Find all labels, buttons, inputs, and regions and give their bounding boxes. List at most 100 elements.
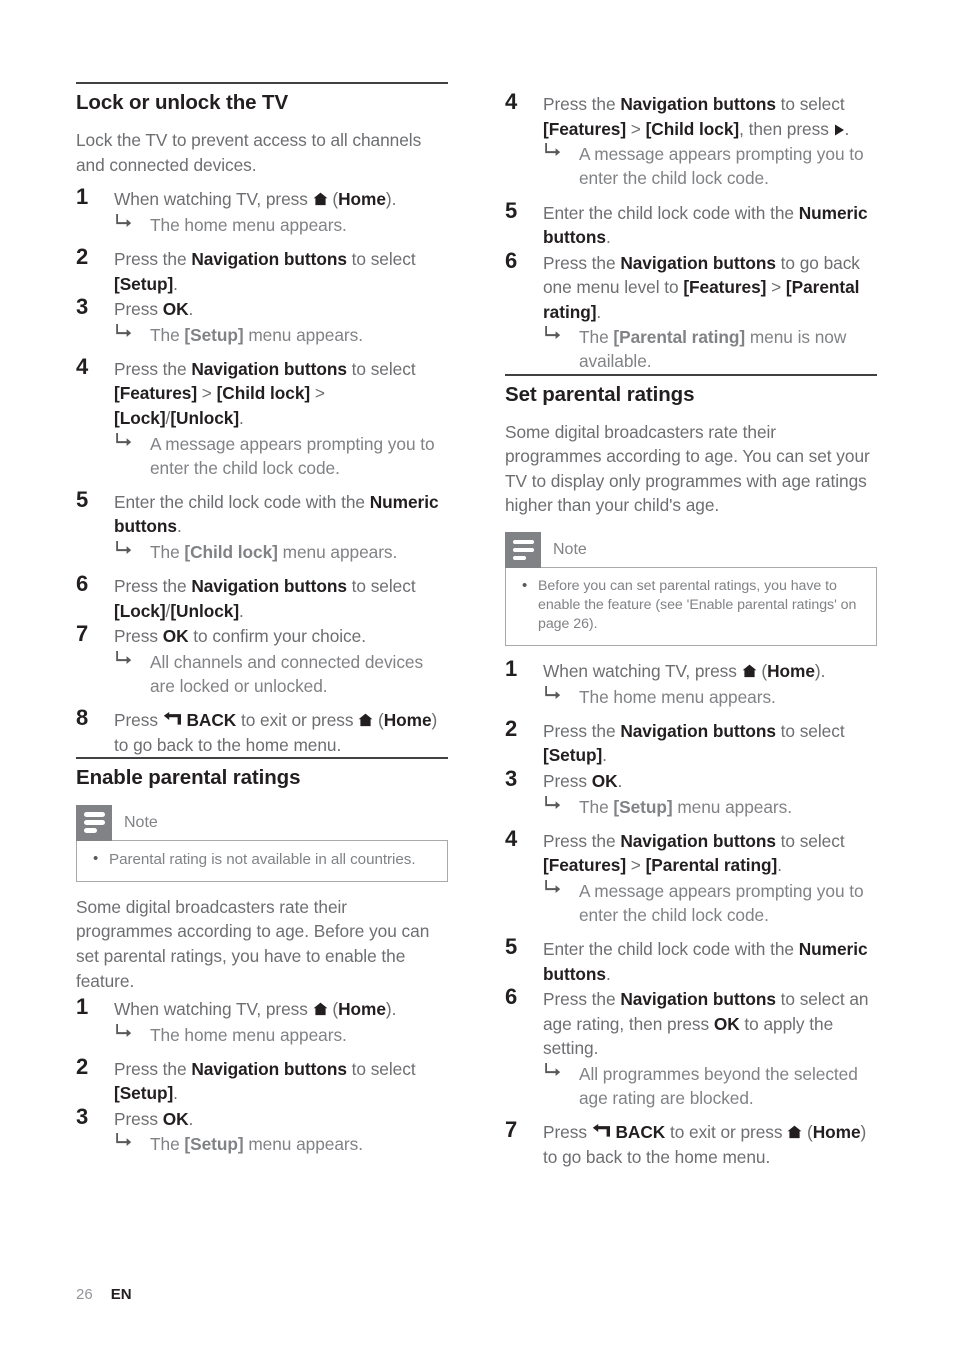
note-item-text: Before you can set parental ratings, you… <box>538 578 857 633</box>
step-item: 2 Press the Navigation buttons to select … <box>76 244 448 296</box>
body-text: Press <box>114 626 163 647</box>
substep-arrow-icon <box>544 879 561 901</box>
step-item: 7 Press OK to confirm your choice. All cha… <box>76 621 448 698</box>
emphasis-text: Navigation buttons <box>191 576 347 597</box>
emphasis-text: [Parental rating] <box>613 327 746 348</box>
step-number: 5 <box>76 486 89 512</box>
body-text: . <box>173 1083 178 1104</box>
section-heading: Lock or unlock the TV <box>76 91 289 114</box>
body-text: ). <box>814 661 826 682</box>
substep-arrow-icon <box>115 1023 132 1045</box>
substep-arrow-icon <box>115 432 132 454</box>
note-item-text: Parental rating is not available in all … <box>109 850 416 868</box>
note-label: Note <box>553 541 587 559</box>
step-number: 5 <box>505 934 518 960</box>
step-result-text: The home menu appears. <box>579 686 776 707</box>
section-divider <box>76 757 448 760</box>
body-text: Press <box>543 770 592 791</box>
emphasis-text: BACK <box>186 710 237 731</box>
body-text: The <box>150 324 185 345</box>
body-text: ). <box>385 999 397 1020</box>
body-text: Press the <box>114 1058 192 1079</box>
note-lines-icon <box>505 532 541 569</box>
body-text: to select <box>346 249 416 270</box>
body-text: to exit or press <box>236 710 359 731</box>
body-text: . <box>188 1108 194 1129</box>
step-result: The [Setup] menu appears. <box>114 323 448 347</box>
step-number: 6 <box>505 247 518 273</box>
home-icon <box>742 664 757 678</box>
body-text: menu appears. <box>672 796 792 817</box>
emphasis-text: Navigation buttons <box>620 720 776 741</box>
note-body: • Before you can set parental ratings, yo… <box>505 567 877 647</box>
step-item: 4 Press the Navigation buttons to select … <box>505 826 877 928</box>
emphasis-text: [Setup] <box>184 1134 244 1155</box>
section-intro: Some digital broadcasters rate their pro… <box>76 896 430 991</box>
section-divider <box>505 373 877 376</box>
step-text: Press OK to confirm your choice. <box>114 624 448 649</box>
emphasis-text: Home <box>383 710 432 731</box>
step-item: 6 Press the Navigation buttons to select … <box>76 571 448 623</box>
body-text: When watching TV, press <box>114 999 313 1020</box>
body-text: to select <box>346 1058 416 1079</box>
body-text: . <box>602 745 607 766</box>
step-list: 1 When watching TV, press (Home). The home… <box>76 184 448 757</box>
body-text: Enter the child lock code with the <box>543 939 799 960</box>
note-item: • Parental rating is not available in all… <box>91 850 433 870</box>
body-text: Press <box>543 1122 592 1143</box>
step-list: 4 Press the Navigation buttons to select … <box>505 89 877 374</box>
step-result-text: The [Setup] menu appears. <box>150 1134 363 1154</box>
step-number: 6 <box>505 984 518 1010</box>
emphasis-text: BACK <box>615 1122 666 1143</box>
step-item: 8 Press BACK to exit or press (Home) to g… <box>76 705 448 757</box>
substep-arrow-icon <box>544 325 561 347</box>
emphasis-text: OK <box>162 626 189 647</box>
step-text: Press the Navigation buttons to go back … <box>543 251 877 325</box>
emphasis-text: [Setup] <box>114 1083 174 1104</box>
emphasis-text: Navigation buttons <box>191 358 347 379</box>
step-item: 1 When watching TV, press (Home). The home… <box>505 656 877 709</box>
step-result-text: The [Setup] menu appears. <box>150 325 363 345</box>
emphasis-text: [Lock] <box>114 407 166 428</box>
step-result: The home menu appears. <box>543 685 877 709</box>
emphasis-text: Navigation buttons <box>191 1058 347 1079</box>
step-text: When watching TV, press (Home). <box>114 997 448 1022</box>
step-result: A message appears prompting you to enter… <box>543 879 877 927</box>
emphasis-text: [Features] <box>683 277 767 298</box>
step-result-text: The home menu appears. <box>150 214 347 235</box>
body-text: Press the <box>114 358 192 379</box>
step-result: The [Child lock] menu appears. <box>114 540 448 564</box>
body-text: . <box>606 963 611 984</box>
step-result-text: A message appears prompting you to enter… <box>150 433 435 478</box>
emphasis-text: Navigation buttons <box>620 94 776 114</box>
step-text: Enter the child lock code with the Numer… <box>114 490 448 539</box>
step-number: 5 <box>505 197 518 223</box>
body-text: menu appears. <box>243 324 363 345</box>
emphasis-text: Home <box>338 999 386 1020</box>
body-text: Press the <box>543 720 621 741</box>
body-text: . <box>596 301 602 322</box>
step-text: Press BACK to exit or press (Home) to go… <box>114 708 448 757</box>
step-text: Press the Navigation buttons to select [… <box>114 574 448 623</box>
body-text: Press the <box>543 252 621 273</box>
emphasis-text: OK <box>713 1013 740 1034</box>
body-text: The <box>579 327 614 348</box>
step-text: Press BACK to exit or press (Home) to go… <box>543 1120 877 1169</box>
step-number: 6 <box>76 571 89 597</box>
step-text: Press the Navigation buttons to select [… <box>114 247 448 296</box>
home-icon <box>313 192 328 206</box>
emphasis-text: [Parental rating] <box>645 855 778 876</box>
step-result: All channels and connected devices are l… <box>114 650 448 698</box>
step-item: 6 Press the Navigation buttons to select … <box>505 984 877 1110</box>
bullet-icon: • <box>93 849 99 867</box>
body-text: The <box>579 796 614 817</box>
body-text: ( <box>373 710 384 731</box>
step-list: 1 When watching TV, press (Home). The home… <box>76 994 448 1157</box>
step-list: 1 When watching TV, press (Home). The home… <box>505 656 877 1169</box>
step-item: 5 Enter the child lock code with the Nume… <box>505 934 877 986</box>
body-text: menu appears. <box>277 542 398 563</box>
section: Enable parental ratings <box>76 757 448 790</box>
body-text: Press the <box>543 94 621 114</box>
right-triangle-icon <box>834 123 845 138</box>
step-result-text: The home menu appears. <box>150 1024 347 1045</box>
